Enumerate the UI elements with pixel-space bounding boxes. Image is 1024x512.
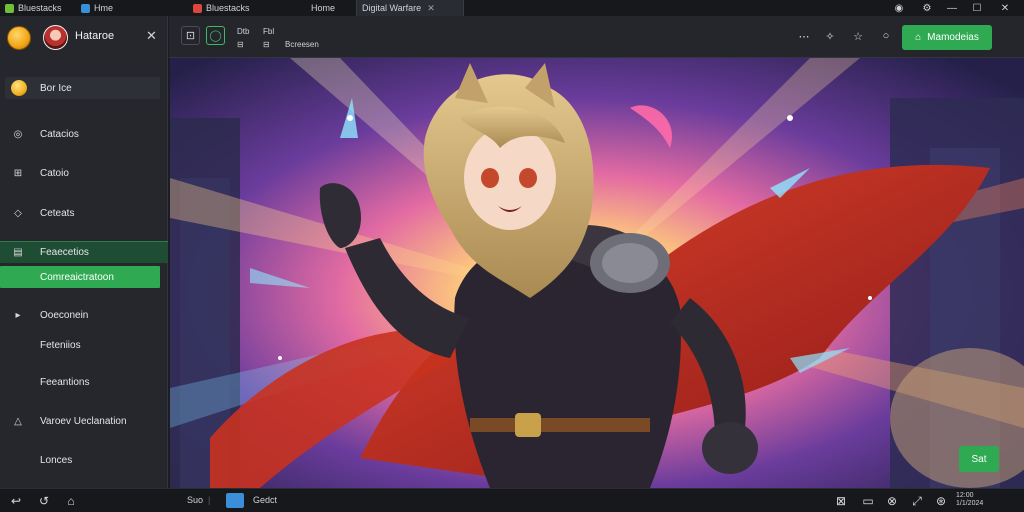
keyboard-icon[interactable]: ⊠ — [833, 493, 849, 509]
sidebar-item-label: Comreaictratoon — [40, 271, 114, 283]
bottom-bar: ↩ ↺ ⌂ Suo | Gedct ⊠ ▭ ⊗ ⤢ ⊛ 12:00 1/1/20… — [0, 488, 1024, 512]
back-icon[interactable]: ↩ — [8, 493, 24, 509]
sidebar-item-lonces[interactable]: Lonces — [0, 449, 168, 471]
tab-label: Bluestacks — [206, 3, 250, 13]
sidebar-item-feaecetios[interactable]: ▤ Feaecetios — [0, 241, 168, 263]
sidebar-item-label: Feaecetios — [40, 247, 89, 258]
primary-button-label: Mamodeias — [927, 32, 979, 43]
expand-icon[interactable]: ⤢ — [909, 493, 925, 509]
window-icon: ▤ — [13, 247, 23, 258]
pin-icon[interactable]: ✧ — [822, 28, 838, 44]
toolbar-label-1[interactable]: Dtb — [237, 27, 249, 36]
location-icon[interactable]: ⊛ — [933, 493, 949, 509]
clock-time: 12:00 — [956, 492, 974, 499]
help-icon[interactable]: ◉ — [888, 0, 910, 16]
apps-icon: ⊞ — [13, 167, 23, 179]
record-icon[interactable]: ◯ — [206, 26, 225, 45]
close-window-icon[interactable]: ✕ — [994, 0, 1016, 16]
toolbar-label-2[interactable]: Fbl — [263, 27, 274, 36]
user-name: Hataroe — [75, 30, 115, 42]
home-icon[interactable]: ⌂ — [63, 493, 79, 509]
sidebar: Hataroe ✕ Bor Ice ◎ Catacios ⊞ Catoio ◇ … — [0, 16, 168, 488]
warning-icon: △ — [14, 415, 22, 427]
gamepad-icon: ◎ — [13, 128, 23, 140]
sidebar-item-label: Feteniios — [40, 339, 81, 351]
app-icon — [193, 3, 202, 13]
coin-icon[interactable] — [7, 26, 31, 50]
coin-icon — [11, 80, 27, 96]
tab-home-2[interactable]: Home — [306, 0, 340, 16]
gamepad-icon[interactable]: ⊗ — [884, 493, 900, 509]
tab-label: Home — [311, 3, 336, 13]
clock: 12:00 1/1/2024 — [956, 492, 983, 508]
sidebar-item-label: Catacios — [40, 128, 79, 140]
tab-strip: Bluestacks Hme Bluestacks Home Digital W… — [0, 0, 1024, 16]
clock-date: 1/1/2024 — [956, 500, 984, 507]
maximize-icon[interactable]: ☐ — [966, 0, 988, 16]
sidebar-item-label: Feeantions — [40, 376, 90, 388]
tab-home[interactable]: Hme — [76, 0, 118, 16]
settings-icon[interactable]: ⚙ — [916, 0, 938, 16]
star-icon[interactable]: ☆ — [850, 28, 866, 44]
toolbar-small-icon-2[interactable]: ⊟ — [263, 40, 270, 49]
screenshot-icon[interactable]: ⊡ — [181, 26, 200, 45]
sidebar-item-varoev-ueclanation[interactable]: △ Varoev Ueclanation — [0, 410, 168, 432]
sidebar-item-label: Varoev Ueclanation — [40, 415, 127, 427]
content-toolbar: ⊡ ◯ Dtb Fbl ⊟ ⊟ Bcreesen ⋯ ✧ ☆ ○ ⌂ Mamod… — [169, 16, 1024, 58]
start-button[interactable]: Sat — [959, 446, 999, 472]
avatar[interactable] — [43, 25, 68, 50]
rotate-icon[interactable]: ↺ — [36, 493, 52, 509]
tab-bluestacks[interactable]: Bluestacks — [0, 0, 67, 16]
sidebar-item-label: Ooeconein — [40, 309, 89, 321]
tab-label: Digital Warfare — [362, 3, 422, 13]
bluestacks-icon — [5, 3, 14, 13]
sidebar-item-label: Catoio — [40, 167, 69, 179]
tag-icon: ◇ — [14, 207, 22, 219]
tab-label: Hme — [94, 3, 114, 13]
sidebar-item-ceteats[interactable]: ◇ Ceteats — [0, 202, 168, 224]
game-artwork[interactable] — [170, 58, 1024, 488]
close-tab-icon[interactable]: ✕ — [427, 3, 435, 14]
home-icon — [81, 3, 90, 13]
bottom-label[interactable]: Suo — [187, 495, 203, 505]
tab-bluestacks-2[interactable]: Bluestacks — [188, 0, 255, 16]
sidebar-subitem-comreaictratoon[interactable]: Comreaictratoon — [0, 266, 160, 288]
toolbar-label-3[interactable]: Bcreesen — [285, 40, 319, 49]
tab-label: Bluestacks — [18, 3, 62, 13]
more-icon[interactable]: ⋯ — [796, 28, 812, 44]
sidebar-header: Hataroe ✕ — [0, 16, 168, 60]
close-icon[interactable]: ✕ — [146, 28, 157, 44]
sidebar-item-label: Lonces — [40, 454, 73, 466]
triangle-right-icon: ▸ — [15, 309, 21, 321]
sidebar-item-feteniios[interactable]: Feteniios — [0, 334, 168, 356]
wallet-label: Bor Ice — [40, 82, 72, 94]
hero-illustration — [170, 58, 1024, 488]
minimize-icon[interactable]: — — [941, 0, 963, 16]
divider: | — [208, 495, 211, 505]
sidebar-item-ooeconein[interactable]: ▸ Ooeconein — [0, 304, 168, 326]
bottom-app-label[interactable]: Gedct — [253, 495, 277, 505]
primary-action-button[interactable]: ⌂ Mamodeias — [902, 25, 992, 50]
toolbar-small-icon-1[interactable]: ⊟ — [237, 40, 244, 49]
sidebar-item-label: Ceteats — [40, 207, 75, 219]
screen-icon[interactable]: ▭ — [860, 493, 876, 509]
tab-digital-warfare[interactable]: Digital Warfare ✕ — [356, 0, 464, 16]
app-icon[interactable] — [226, 493, 244, 508]
sidebar-item-feeantions[interactable]: Feeantions — [0, 371, 168, 393]
sidebar-item-catacios[interactable]: ◎ Catacios — [0, 123, 168, 145]
install-icon: ⌂ — [915, 32, 922, 43]
wallet-item[interactable]: Bor Ice — [5, 77, 160, 99]
sidebar-item-catoio[interactable]: ⊞ Catoio — [0, 162, 168, 184]
circle-icon[interactable]: ○ — [878, 28, 894, 44]
